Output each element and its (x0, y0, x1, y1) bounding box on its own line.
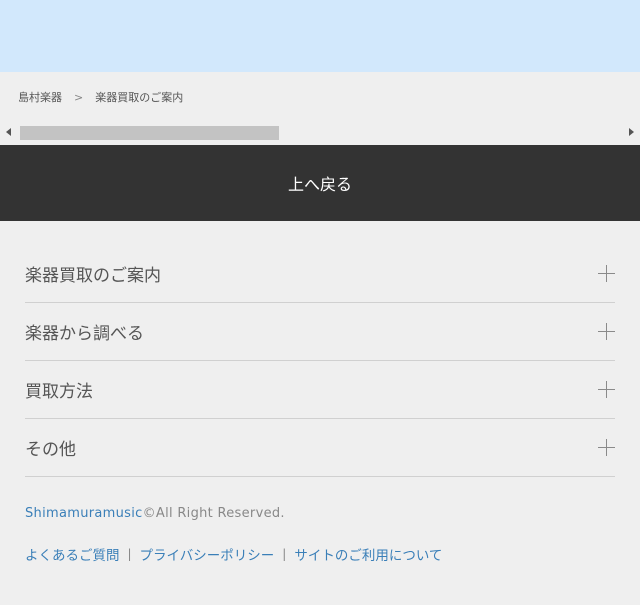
menu-item-buyback-method[interactable]: 買取方法 (25, 361, 615, 419)
footer-link-separator: | (127, 547, 132, 561)
plus-icon[interactable] (598, 323, 615, 340)
copyright-brand-link[interactable]: Shimamuramusic (25, 506, 143, 521)
menu-item-label: その他 (25, 440, 76, 460)
scroll-right-arrow-icon[interactable] (629, 128, 634, 136)
menu-item-other[interactable]: その他 (25, 419, 615, 477)
plus-icon[interactable] (598, 381, 615, 398)
footer-link-site-terms[interactable]: サイトのご利用について (294, 544, 442, 564)
menu-item-label: 楽器から調べる (25, 324, 144, 344)
footer-links: よくあるご質問 | プライバシーポリシー | サイトのご利用について (25, 544, 442, 564)
menu-item-search-by-instrument[interactable]: 楽器から調べる (25, 303, 615, 361)
horizontal-scrollbar[interactable] (0, 122, 640, 144)
back-to-top-button[interactable]: 上へ戻る (0, 145, 640, 221)
footer-link-privacy-policy[interactable]: プライバシーポリシー (140, 544, 275, 564)
plus-icon[interactable] (598, 265, 615, 282)
menu-item-label: 買取方法 (25, 382, 93, 402)
menu-item-buyback-guide[interactable]: 楽器買取のご案内 (25, 245, 615, 303)
menu-item-label: 楽器買取のご案内 (25, 266, 161, 286)
accordion-menu: 楽器買取のご案内 楽器から調べる 買取方法 その他 (25, 245, 615, 477)
breadcrumb-home-link[interactable]: 島村楽器 (18, 89, 62, 105)
scroll-left-arrow-icon[interactable] (6, 128, 11, 136)
top-banner (0, 0, 640, 72)
breadcrumb: 島村楽器 > 楽器買取のご案内 (0, 72, 640, 122)
copyright: Shimamuramusic©All Right Reserved. (25, 506, 285, 521)
breadcrumb-current: 楽器買取のご案内 (95, 91, 184, 104)
scrollbar-thumb[interactable] (20, 126, 279, 140)
copyright-text: ©All Right Reserved. (142, 506, 285, 521)
footer-link-faq[interactable]: よくあるご質問 (25, 544, 120, 564)
breadcrumb-separator: > (74, 90, 84, 104)
footer-link-separator: | (282, 547, 287, 561)
plus-icon[interactable] (598, 439, 615, 456)
